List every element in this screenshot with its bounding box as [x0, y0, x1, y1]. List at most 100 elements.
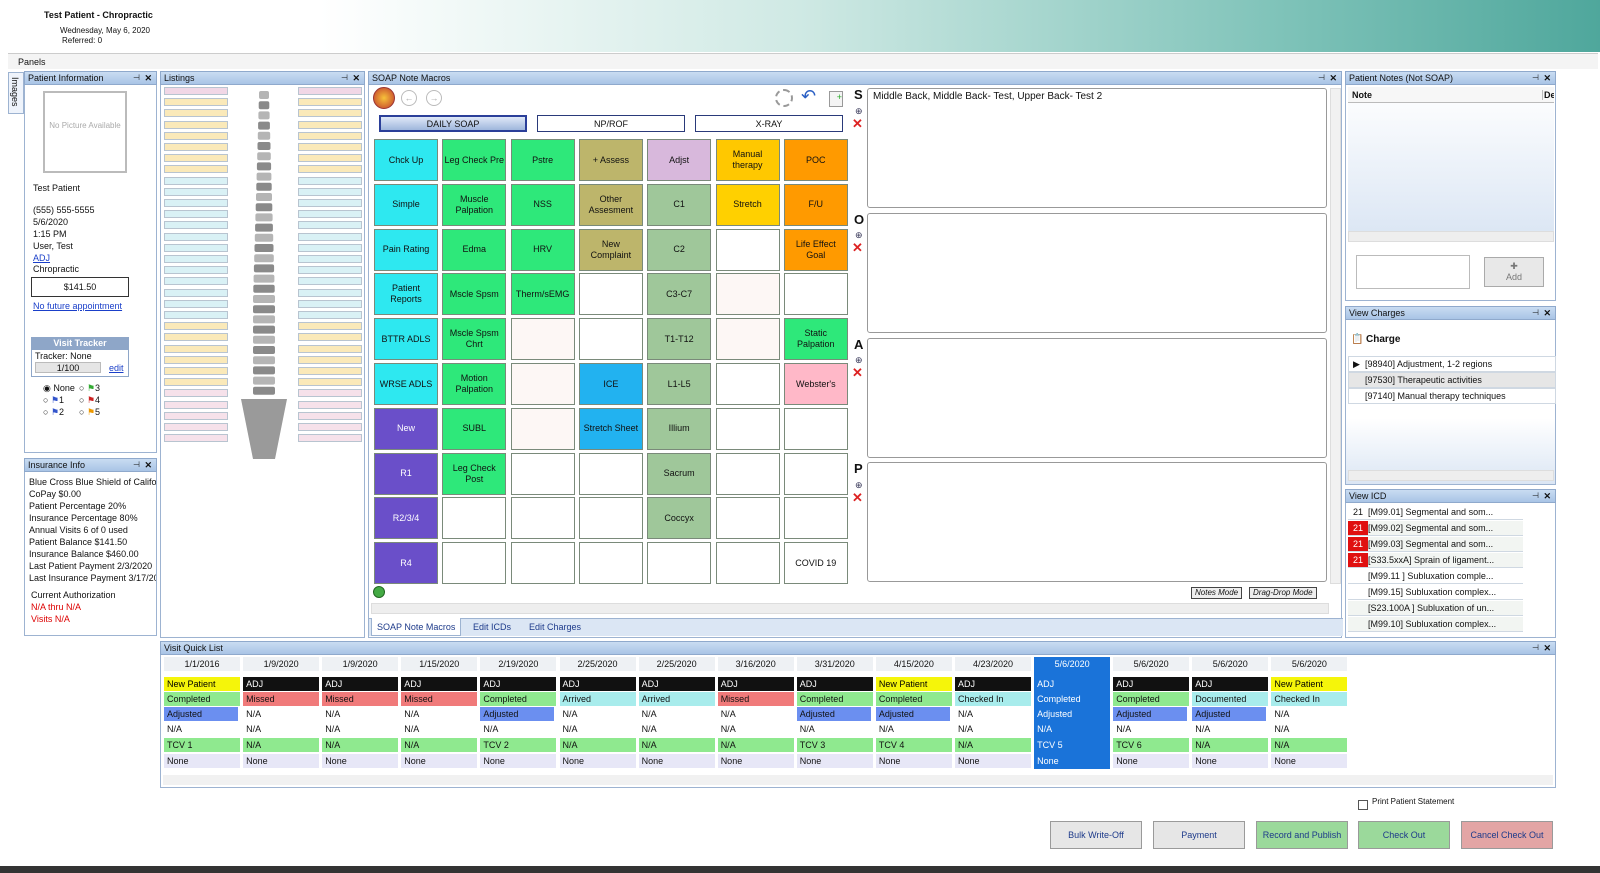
visit-column[interactable]: 5/6/2020 New Patient Checked In N/A N/A N/A No… [1271, 657, 1348, 769]
macro-button[interactable]: F/U [783, 183, 848, 226]
undo-icon[interactable]: ↶ [801, 86, 816, 107]
listing-row[interactable] [164, 411, 228, 420]
macro-button[interactable] [783, 452, 848, 495]
macro-button[interactable]: Sacrum [647, 452, 712, 495]
listing-row[interactable] [164, 288, 228, 297]
icd-row[interactable]: [M99.10] Subluxation complex... [1348, 617, 1523, 632]
macro-button[interactable] [510, 318, 575, 361]
listing-row[interactable] [298, 143, 362, 151]
listing-row[interactable] [298, 98, 362, 107]
macro-button[interactable]: Leg Check Pre [442, 139, 507, 181]
panels-label[interactable]: Panels [18, 57, 46, 67]
macro-button[interactable] [647, 542, 712, 585]
macro-button[interactable] [783, 497, 848, 540]
macro-button[interactable]: Webster's [783, 363, 848, 405]
listing-row[interactable] [298, 131, 362, 140]
macro-button[interactable]: Mscle Spsm Chrt [442, 318, 507, 361]
globe-icon[interactable] [373, 586, 385, 598]
listing-row[interactable] [164, 232, 228, 241]
charges-scrollbar[interactable] [1348, 470, 1554, 481]
listing-row[interactable] [298, 154, 362, 163]
macro-button[interactable]: Mscle Spsm [442, 273, 507, 316]
macro-button[interactable] [442, 542, 507, 585]
visit-column[interactable]: 2/19/2020 ADJ Completed Adjusted N/A TCV 2 Non… [480, 657, 557, 769]
close-icon[interactable]: ✕ [1543, 307, 1551, 319]
listing-row[interactable] [164, 389, 228, 398]
macro-button[interactable]: BTTR ADLS [374, 318, 438, 361]
listing-row[interactable] [298, 333, 362, 342]
charge-row[interactable]: ▶ [98940] Adjustment, 1-2 regions [1348, 356, 1556, 372]
macro-button[interactable]: C3-C7 [647, 273, 712, 316]
listing-row[interactable] [164, 243, 228, 252]
checkbox-box[interactable] [1358, 800, 1368, 810]
macro-button[interactable]: L1-L5 [647, 363, 712, 405]
add-note-button[interactable]: ✚ Add [1484, 257, 1544, 287]
macro-button[interactable]: T1-T12 [647, 318, 712, 361]
listing-row[interactable] [298, 199, 362, 207]
macro-button[interactable]: Stretch [715, 183, 780, 226]
listing-row[interactable] [164, 333, 228, 342]
macro-button[interactable] [578, 497, 643, 540]
macro-button[interactable]: Pain Rating [374, 228, 438, 271]
macro-button[interactable]: Muscle Palpation [442, 183, 507, 226]
listing-row[interactable] [298, 277, 362, 286]
icd-row[interactable]: 21 [M99.01] Segmental and som... [1348, 505, 1523, 520]
pin-icon[interactable]: ⊣ [133, 72, 140, 84]
close-icon[interactable]: ✕ [1543, 72, 1551, 84]
macro-button[interactable]: SUBL [442, 407, 507, 450]
visit-column[interactable]: 4/23/2020 ADJ Checked In N/A N/A N/A None [955, 657, 1031, 769]
visit-date[interactable]: 5/6/2020 [1192, 657, 1269, 671]
clear-s-icon[interactable]: ✕ [852, 116, 863, 132]
listing-row[interactable] [164, 98, 228, 107]
listing-row[interactable] [164, 154, 228, 163]
add-page-icon[interactable]: + [829, 91, 843, 107]
pin-icon[interactable]: ⊣ [133, 459, 140, 471]
macro-button[interactable] [578, 452, 643, 495]
listing-row[interactable] [298, 221, 362, 230]
visit-column[interactable]: 3/31/2020 ADJ Completed Adjusted N/A TCV 3 Non… [796, 657, 873, 769]
macro-button[interactable] [578, 542, 643, 585]
macro-button[interactable]: COVID 19 [783, 542, 848, 585]
soap-tab-x-ray[interactable]: X-RAY [695, 115, 843, 132]
tracker-option-none[interactable]: ◉ None [43, 383, 75, 394]
macro-button[interactable]: New [374, 407, 438, 450]
plan-note[interactable] [867, 462, 1327, 582]
macro-button[interactable] [715, 497, 780, 540]
macro-button[interactable]: NSS [510, 183, 575, 226]
listing-row[interactable] [164, 355, 228, 364]
soap-tab-daily-soap[interactable]: DAILY SOAP [379, 115, 527, 132]
listing-row[interactable] [298, 232, 362, 241]
patient-photo[interactable]: No Picture Available [43, 91, 127, 173]
macro-button[interactable] [510, 452, 575, 495]
listing-row[interactable] [164, 187, 228, 196]
visit-column[interactable]: 4/15/2020 New Patient Completed Adjusted N/A… [875, 657, 952, 769]
macro-button[interactable]: Other Assesment [578, 183, 643, 226]
clear-a-icon[interactable]: ✕ [852, 365, 863, 381]
listing-row[interactable] [298, 344, 362, 353]
listing-row[interactable] [164, 367, 228, 375]
macro-button[interactable] [715, 407, 780, 450]
macro-button[interactable] [715, 273, 780, 316]
macro-button[interactable]: R4 [374, 542, 438, 585]
images-side-tab[interactable]: Images [8, 72, 24, 114]
visit-list-scrollbar[interactable] [163, 775, 1553, 785]
visit-date[interactable]: 5/6/2020 [1113, 657, 1190, 671]
back-icon[interactable]: ← [401, 90, 417, 106]
clear-p-icon[interactable]: ✕ [852, 490, 863, 506]
macro-button[interactable] [510, 542, 575, 585]
macro-button[interactable]: Leg Check Post [442, 452, 507, 495]
listing-row[interactable] [164, 322, 228, 331]
macro-button[interactable]: Static Palpation [783, 318, 848, 361]
listing-row[interactable] [298, 120, 362, 129]
visit-column[interactable]: 5/6/2020 ADJ Completed Adjusted N/A TCV 5 None [1034, 657, 1111, 769]
visit-date[interactable]: 5/6/2020 [1034, 657, 1111, 671]
macro-button[interactable]: + Assess [578, 139, 643, 181]
horizontal-scrollbar[interactable] [371, 603, 1329, 614]
macro-button[interactable]: Coccyx [647, 497, 712, 540]
macro-button[interactable] [510, 497, 575, 540]
macro-button[interactable]: Pstre [510, 139, 575, 181]
payment-button[interactable]: Payment [1153, 821, 1245, 849]
listing-row[interactable] [298, 187, 362, 196]
tracker-option-5[interactable]: ○ ⚑5 [79, 407, 100, 418]
listing-row[interactable] [164, 400, 228, 409]
